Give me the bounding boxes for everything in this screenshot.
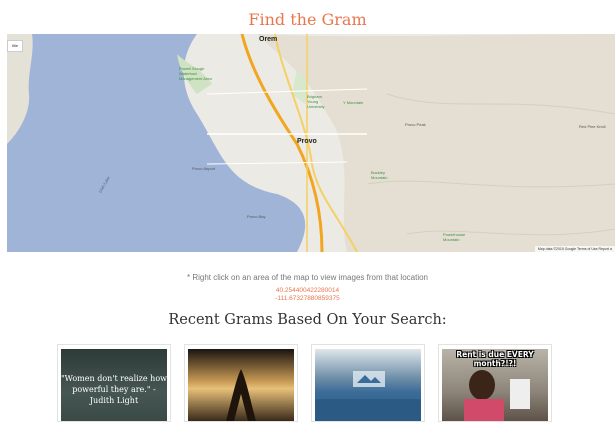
map-instruction: * Right click on an area of the map to v… <box>186 273 428 282</box>
map-label-byu: Brigham Young University <box>307 94 325 109</box>
office-logo-sign <box>315 371 421 421</box>
page-title: Find the Gram <box>248 10 367 29</box>
gram-image <box>315 349 421 421</box>
map-label-provo-bay: Provo Bay <box>247 214 266 219</box>
map-label-provo: Provo <box>297 138 317 145</box>
map-label-airport: Provo Airport <box>192 166 216 171</box>
gram-image: Rent is due EVERY month?!?! <box>442 349 548 421</box>
map-label-orem: Orem <box>259 36 278 43</box>
gram-meme-text: Rent is due EVERY month?!?! <box>456 350 534 368</box>
gram-quote-text: "Women don't realize how powerful they a… <box>61 374 167 405</box>
map-label-provo-peak: Provo Peak <box>405 122 426 127</box>
latitude: 40.254400422280014 <box>275 287 340 294</box>
map-type-button[interactable]: title <box>7 40 23 52</box>
gram-thumbnail[interactable]: Rent is due EVERY month?!?! <box>438 344 552 422</box>
silhouette-figure <box>226 369 256 421</box>
map-label-powell-slough: Powell Slough Waterfowl Management Area <box>179 66 212 81</box>
map-label-buckley: Buckley Mountain <box>371 170 388 180</box>
map[interactable]: title Orem Powell Slough Waterfowl Manag… <box>7 34 615 252</box>
map-label-red-pine: Red Pine Knoll <box>579 124 606 129</box>
gram-image: "Women don't realize how powerful they a… <box>61 349 167 421</box>
map-label-powerhouse: Powerhouse Mountain <box>443 232 466 242</box>
coordinates: 40.254400422280014 -111.67327880859375 <box>0 287 615 303</box>
map-attribution[interactable]: Map data ©2015 Google Terms of Use Repor… <box>534 246 615 252</box>
recent-grams-title: Recent Grams Based On Your Search: <box>168 312 447 328</box>
gram-thumbnail[interactable] <box>184 344 298 422</box>
map-label-y-mountain: Y Mountain <box>343 100 364 105</box>
longitude: -111.67327880859375 <box>275 295 340 302</box>
gram-thumbnail[interactable]: "Women don't realize how powerful they a… <box>57 344 171 422</box>
gram-thumbnail[interactable] <box>311 344 425 422</box>
gram-image <box>188 349 294 421</box>
